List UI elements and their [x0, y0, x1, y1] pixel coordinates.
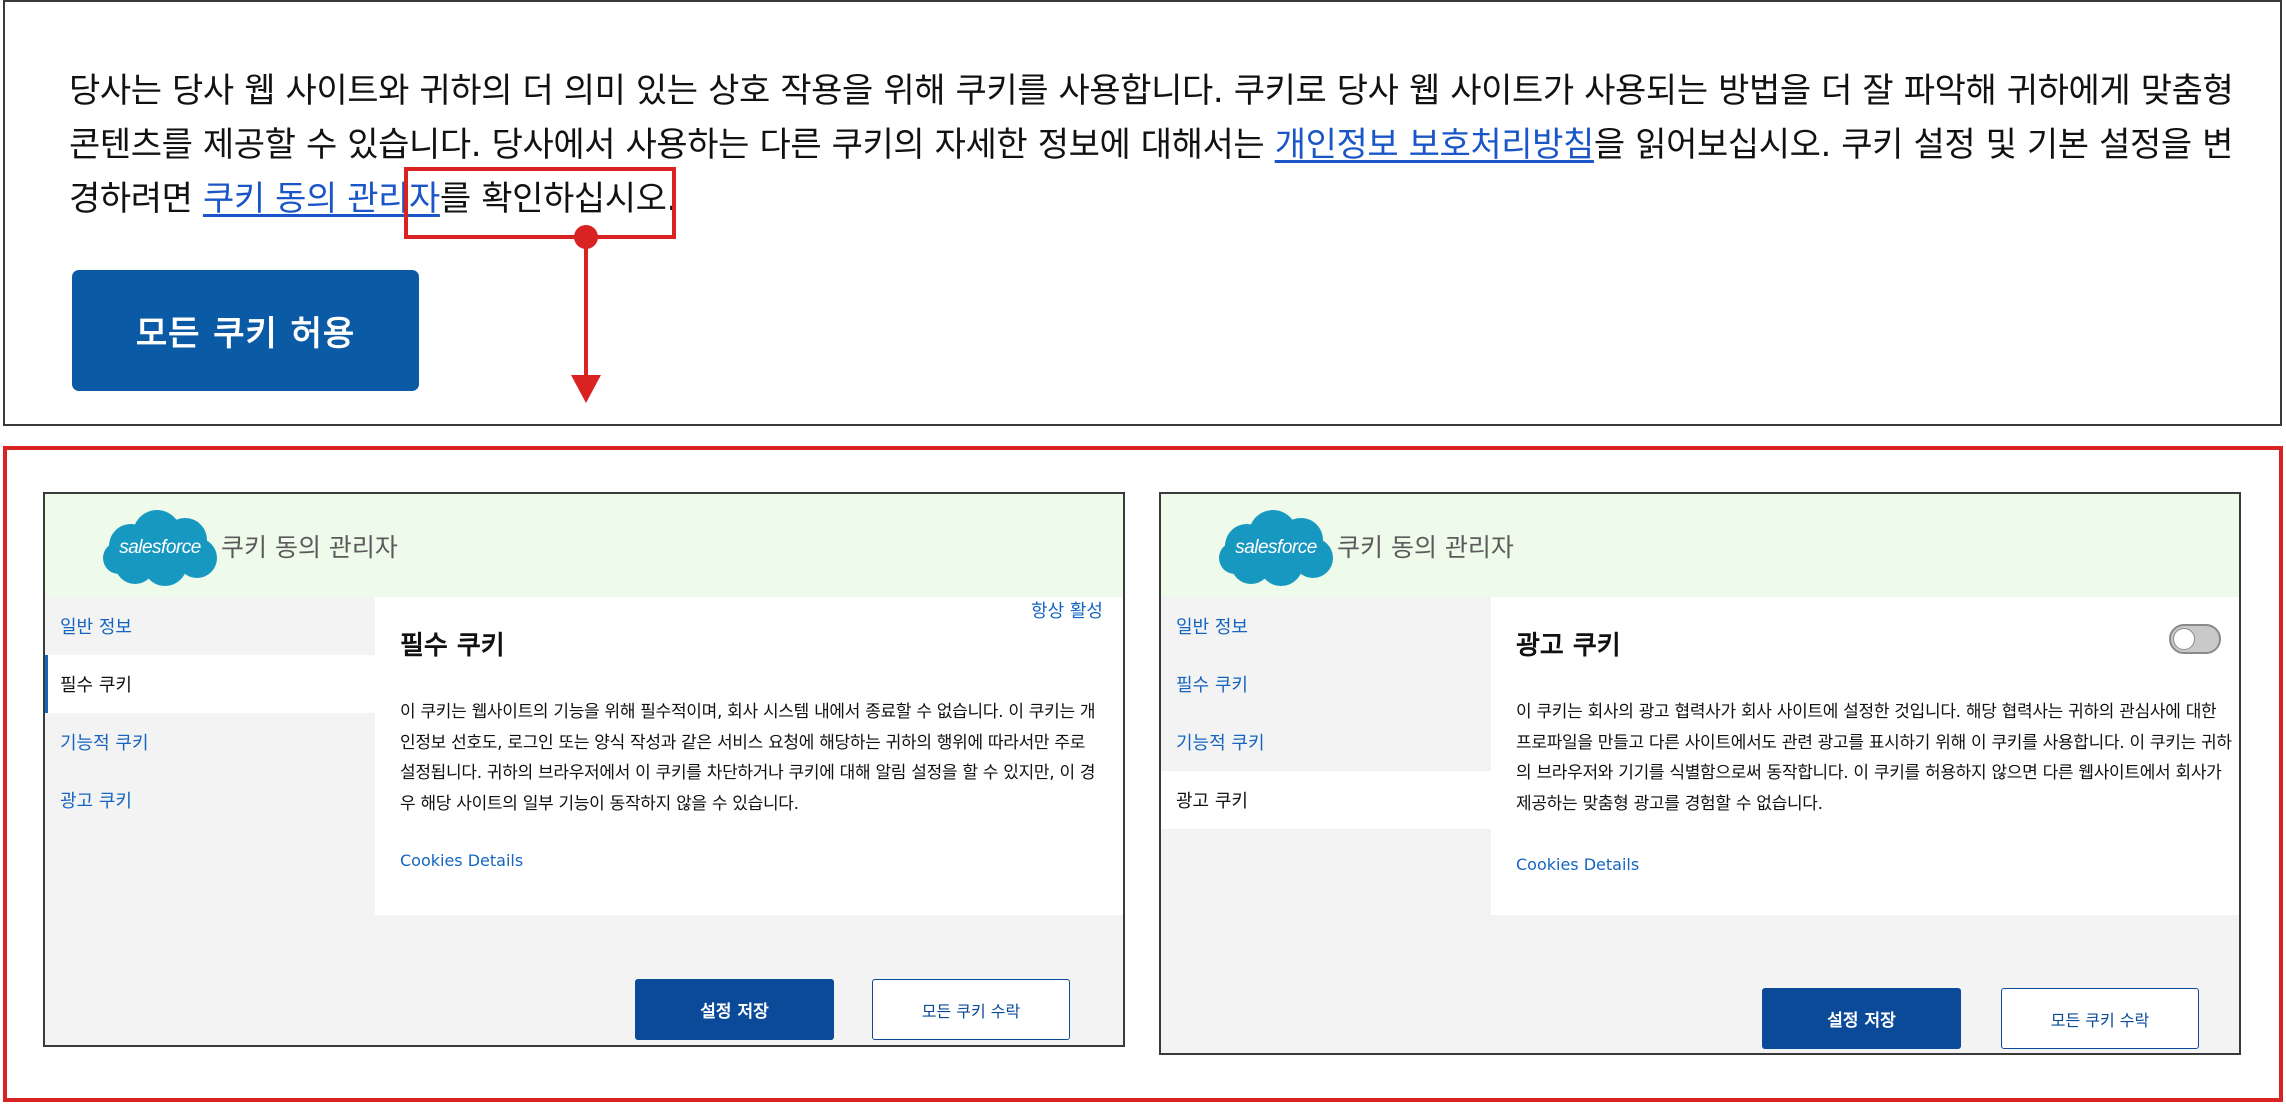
privacy-policy-link[interactable]: 개인정보 보호처리방침: [1275, 125, 1595, 165]
annotation-highlight-box: [404, 167, 676, 239]
side-nav: 일반 정보 필수 쿠키 기능적 쿠키 광고 쿠키: [1161, 597, 1491, 829]
content-area: 항상 활성 필수 쿠키 이 쿠키는 웹사이트의 기능을 위해 필수적이며, 회사…: [375, 597, 1123, 915]
nav-item-advertising[interactable]: 광고 쿠키: [45, 771, 375, 829]
salesforce-logo-text: salesforce: [1235, 537, 1317, 558]
content-area: 광고 쿠키 이 쿠키는 회사의 광고 협력사가 회사 사이트에 설정한 것입니다…: [1491, 597, 2239, 915]
nav-item-general[interactable]: 일반 정보: [45, 597, 375, 655]
panel-title: 쿠키 동의 관리자: [221, 533, 398, 562]
nav-item-general[interactable]: 일반 정보: [1161, 597, 1491, 655]
content-body: 이 쿠키는 웹사이트의 기능을 위해 필수적이며, 회사 시스템 내에서 종료할…: [400, 702, 1096, 814]
allow-all-cookies-button[interactable]: 모든 쿠키 허용: [72, 270, 419, 391]
nav-item-advertising[interactable]: 광고 쿠키: [1161, 771, 1491, 829]
nav-item-functional[interactable]: 기능적 쿠키: [45, 713, 375, 771]
cookies-details-link[interactable]: Cookies Details: [400, 851, 523, 870]
annotation-arrow-line: [584, 235, 588, 385]
accept-all-cookies-button[interactable]: 모든 쿠키 수락: [2001, 988, 2199, 1049]
content-heading: 필수 쿠키: [400, 631, 505, 661]
nav-item-essential[interactable]: 필수 쿠키: [1161, 655, 1491, 713]
save-settings-button[interactable]: 설정 저장: [1762, 988, 1961, 1049]
panel-header: salesforce 쿠키 동의 관리자: [1161, 494, 2239, 597]
nav-item-essential[interactable]: 필수 쿠키: [45, 655, 375, 713]
annotation-arrow-head: [571, 375, 601, 403]
annotation-arrow-dot: [574, 225, 598, 249]
cookie-banner: 당사는 당사 웹 사이트와 귀하의 더 의미 있는 상호 작용을 위해 쿠키를 …: [3, 0, 2282, 426]
advertising-cookies-toggle[interactable]: [2169, 624, 2221, 654]
save-settings-button[interactable]: 설정 저장: [635, 979, 834, 1040]
cookies-details-link[interactable]: Cookies Details: [1516, 855, 1639, 874]
content-heading: 광고 쿠키: [1516, 631, 1621, 661]
content-body: 이 쿠키는 회사의 광고 협력사가 회사 사이트에 설정한 것입니다. 해당 협…: [1516, 702, 2232, 814]
nav-item-functional[interactable]: 기능적 쿠키: [1161, 713, 1491, 771]
always-active-status: 항상 활성: [1031, 601, 1103, 622]
toggle-knob: [2173, 628, 2195, 650]
accept-all-cookies-button[interactable]: 모든 쿠키 수락: [872, 979, 1070, 1040]
salesforce-logo-text: salesforce: [119, 537, 201, 558]
panel-title: 쿠키 동의 관리자: [1337, 533, 1514, 562]
banner-message: 당사는 당사 웹 사이트와 귀하의 더 의미 있는 상호 작용을 위해 쿠키를 …: [69, 64, 2239, 226]
consent-manager-panel-advertising: salesforce 쿠키 동의 관리자 일반 정보 필수 쿠키 기능적 쿠키 …: [1159, 492, 2241, 1055]
panel-header: salesforce 쿠키 동의 관리자: [45, 494, 1123, 597]
side-nav: 일반 정보 필수 쿠키 기능적 쿠키 광고 쿠키: [45, 597, 375, 829]
consent-manager-panel-essential: salesforce 쿠키 동의 관리자 일반 정보 필수 쿠키 기능적 쿠키 …: [43, 492, 1125, 1047]
